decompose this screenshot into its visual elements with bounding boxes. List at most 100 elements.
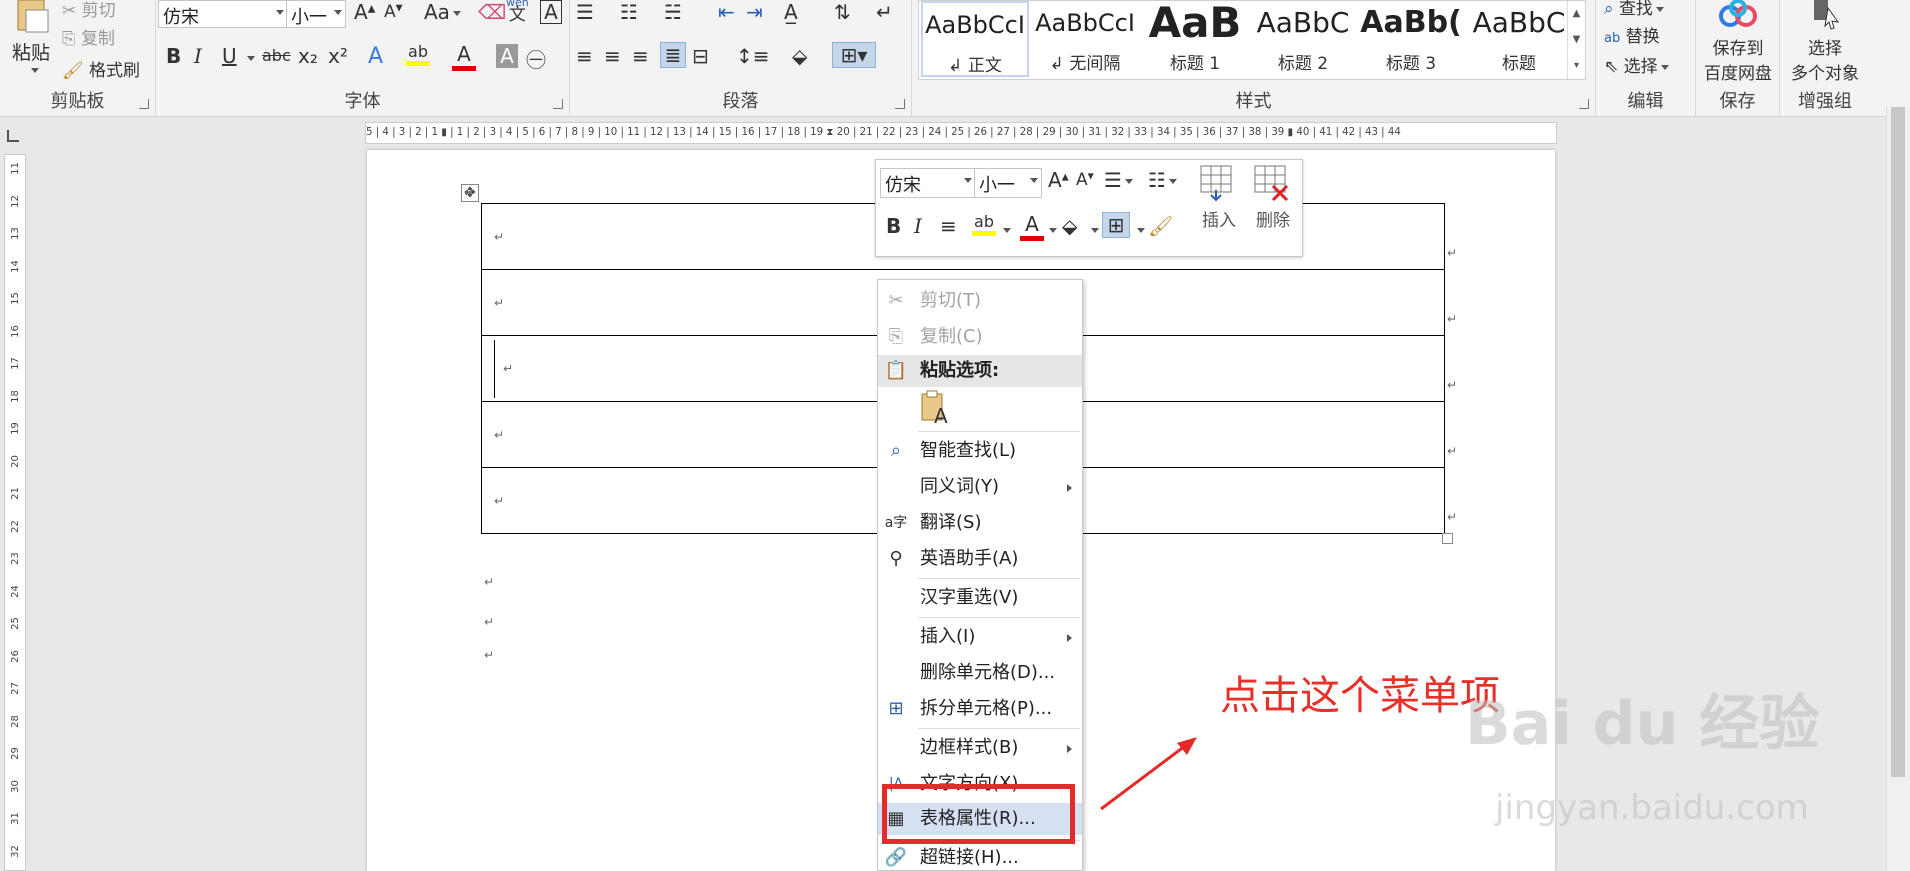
subscript-button[interactable]: x₂ bbox=[298, 44, 318, 68]
vertical-ruler-tick: 24 bbox=[9, 584, 21, 598]
format-painter-button[interactable]: 🖌 格式刷 bbox=[62, 56, 140, 81]
char-shading-button[interactable]: A bbox=[496, 44, 518, 68]
bold-button[interactable]: B bbox=[166, 44, 181, 68]
menu-item-smart-lookup[interactable]: ⌕ 智能查找(L) bbox=[878, 435, 1082, 467]
strikethrough-button[interactable]: abc bbox=[262, 46, 291, 65]
font-group: 仿宋 小一 A▲ A▼ Aa ⌫ wén 文 A B I U abc x₂ x² … bbox=[156, 0, 570, 117]
align-center-icon[interactable]: ≡ bbox=[604, 44, 621, 68]
mini-bold-button[interactable]: B bbox=[886, 214, 901, 238]
decrease-indent-icon[interactable]: ⇤ bbox=[718, 0, 735, 24]
paragraph-launcher[interactable] bbox=[895, 99, 905, 109]
mini-shrink-font-icon[interactable]: A▼ bbox=[1076, 170, 1094, 190]
phonetic-guide-icon[interactable]: wén 文 bbox=[506, 0, 529, 24]
menu-item-border-styles[interactable]: 边框样式(B) bbox=[878, 732, 1082, 764]
underline-button[interactable]: U bbox=[222, 44, 237, 68]
mini-center-icon[interactable]: ≡ bbox=[940, 214, 957, 238]
grow-font-icon[interactable]: A▲ bbox=[354, 0, 375, 24]
vertical-ruler[interactable]: 11 12 13 14 15 16 17 18 19 20 21 22 23 24 25 26 27 28 29 30… bbox=[4, 154, 26, 871]
replace-button[interactable]: ab 替换 bbox=[1604, 22, 1660, 47]
font-size-combo[interactable]: 小一 bbox=[286, 0, 346, 28]
vertical-ruler-tick: 20 bbox=[9, 454, 21, 468]
line-spacing-icon[interactable]: ↕≡ bbox=[736, 44, 770, 68]
highlight-box bbox=[882, 784, 1075, 844]
mini-font-color-icon[interactable]: A bbox=[1020, 212, 1044, 241]
vertical-ruler-tick: 25 bbox=[9, 617, 21, 630]
mini-grow-font-icon[interactable]: A▲ bbox=[1048, 168, 1069, 192]
split-cells-icon: ⊞ bbox=[888, 698, 904, 719]
mini-font-name-combo[interactable]: 仿宋 bbox=[880, 168, 976, 198]
asian-layout-icon[interactable]: A̲ bbox=[784, 0, 798, 24]
italic-button[interactable]: I bbox=[194, 44, 202, 68]
menu-item-delete-cells[interactable]: 删除单元格(D)... bbox=[878, 657, 1082, 689]
highlight-button[interactable]: ab bbox=[406, 42, 430, 66]
align-right-icon[interactable]: ≡ bbox=[632, 44, 649, 68]
save-to-baidu-button[interactable]: 保存到 百度网盘 bbox=[1696, 0, 1780, 86]
clear-format-icon[interactable]: ⌫ bbox=[478, 0, 506, 24]
mini-format-painter-icon[interactable]: 🖌 bbox=[1148, 214, 1173, 238]
brush-icon: 🖌 bbox=[62, 61, 84, 81]
font-group-label: 字体 bbox=[344, 91, 381, 112]
show-marks-icon[interactable]: ↵ bbox=[876, 0, 893, 24]
increase-indent-icon[interactable]: ⇥ bbox=[746, 0, 763, 24]
scrollbar-thumb[interactable] bbox=[1891, 107, 1905, 777]
font-launcher[interactable] bbox=[553, 99, 563, 109]
multilevel-list-icon[interactable]: ☵ bbox=[664, 0, 682, 24]
vertical-scrollbar[interactable] bbox=[1886, 107, 1910, 871]
menu-item-copy[interactable]: ⎘ 复制(C) bbox=[878, 321, 1082, 353]
bullets-icon[interactable]: ☰ bbox=[576, 0, 594, 24]
shading-icon[interactable]: ⬙ bbox=[792, 44, 807, 68]
distributed-icon[interactable]: ⊟ bbox=[692, 44, 709, 68]
shrink-font-icon[interactable]: A▼ bbox=[384, 2, 403, 22]
mini-bullets-icon[interactable]: ☰ bbox=[1104, 168, 1133, 192]
mini-borders-icon[interactable]: ⊞ bbox=[1102, 212, 1130, 238]
menu-item-hyperlink[interactable]: 🔗 超链接(H)... bbox=[878, 842, 1082, 871]
select-multiple-objects-button[interactable]: 选择 多个对象 bbox=[1780, 0, 1870, 86]
borders-icon[interactable]: ⊞▾ bbox=[832, 42, 876, 68]
mini-font-size-combo[interactable]: 小一 bbox=[974, 168, 1042, 198]
paste-keep-text-only-button[interactable]: A bbox=[920, 390, 952, 428]
superscript-button[interactable]: x² bbox=[328, 44, 348, 68]
char-border-icon[interactable]: A bbox=[540, 0, 562, 24]
mini-numbering-icon[interactable]: ☷ bbox=[1148, 168, 1177, 192]
clipboard-group-label: 剪贴板 bbox=[50, 91, 105, 112]
select-button[interactable]: ⇖ 选择 bbox=[1604, 52, 1669, 77]
align-left-icon[interactable]: ≡ bbox=[576, 44, 593, 68]
menu-item-cut[interactable]: ✂ 剪切(T) bbox=[878, 285, 1082, 317]
table-resize-handle[interactable] bbox=[1442, 533, 1453, 544]
mini-insert-button[interactable]: 插入 bbox=[1194, 164, 1244, 252]
sort-icon[interactable]: ⇅ bbox=[834, 0, 851, 24]
menu-item-synonyms[interactable]: 同义词(Y) bbox=[878, 471, 1082, 503]
mini-toolbar: 仿宋 小一 A▲ A▼ ☰ ☷ B I ≡ ab A ⬙ ⊞ 🖌 插入 删除 bbox=[875, 159, 1303, 257]
paragraph-mark: ↵ bbox=[1447, 510, 1458, 524]
font-name-combo[interactable]: 仿宋 bbox=[158, 0, 288, 28]
font-color-button[interactable]: A bbox=[452, 42, 476, 71]
paragraph-mark: ↵ bbox=[1447, 444, 1458, 458]
mini-italic-button[interactable]: I bbox=[914, 214, 922, 238]
horizontal-ruler-ticks: 5 | 4 | 3 | 2 | 1 ▮ | 1 | 2 | 3 | 4 | 5 … bbox=[366, 127, 1401, 138]
find-button[interactable]: ⌕ 查找 bbox=[1604, 0, 1664, 19]
styles-launcher[interactable] bbox=[1579, 99, 1589, 109]
menu-item-english-assistant[interactable]: ⚲ 英语助手(A) bbox=[878, 543, 1082, 575]
menu-item-reconvert[interactable]: 汉字重选(V) bbox=[878, 582, 1082, 614]
tab-selector[interactable] bbox=[7, 130, 19, 142]
text-effects-button[interactable]: A bbox=[368, 44, 383, 69]
horizontal-ruler[interactable]: 5 | 4 | 3 | 2 | 1 ▮ | 1 | 2 | 3 | 4 | 5 … bbox=[365, 122, 1557, 144]
copy-icon: ⎘ bbox=[62, 29, 76, 49]
paste-icon bbox=[17, 0, 49, 33]
submenu-arrow-icon bbox=[1067, 484, 1072, 492]
mini-shading-icon[interactable]: ⬙ bbox=[1062, 214, 1077, 238]
copy-button[interactable]: ⎘ 复制 bbox=[62, 24, 115, 49]
menu-item-split-cells[interactable]: ⊞ 拆分单元格(P)... bbox=[878, 693, 1082, 725]
menu-item-insert[interactable]: 插入(I) bbox=[878, 621, 1082, 653]
paste-button[interactable]: 粘贴 bbox=[6, 0, 56, 78]
clipboard-launcher[interactable] bbox=[139, 99, 149, 109]
enclose-char-button[interactable]: ㊀ bbox=[526, 44, 546, 73]
menu-item-translate[interactable]: a字 翻译(S) bbox=[878, 507, 1082, 539]
mini-highlight-icon[interactable]: ab bbox=[972, 212, 996, 236]
cut-button[interactable]: ✂ 剪切 bbox=[62, 0, 116, 21]
mini-delete-button[interactable]: 删除 bbox=[1246, 164, 1300, 252]
font-color-bar bbox=[452, 66, 476, 71]
justify-icon[interactable]: ≣ bbox=[660, 42, 686, 68]
change-case-button[interactable]: Aa bbox=[424, 0, 461, 24]
numbering-icon[interactable]: ☷ bbox=[620, 0, 638, 24]
